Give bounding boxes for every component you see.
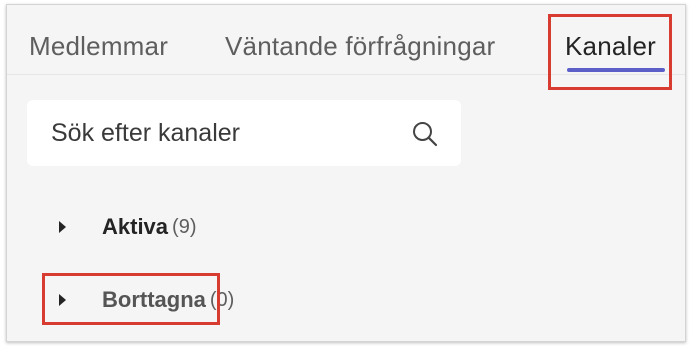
caret-right-icon[interactable] [59, 221, 66, 233]
group-deleted-channels[interactable]: Borttagna (0) [51, 283, 234, 317]
tab-members[interactable]: Medlemmar [29, 31, 168, 62]
group-label: Aktiva [102, 214, 169, 239]
group-count: (0) [209, 288, 235, 311]
search-icon[interactable] [411, 120, 439, 148]
group-label: Borttagna [102, 287, 206, 312]
search-box[interactable] [27, 100, 461, 166]
search-input[interactable] [51, 114, 391, 152]
group-count: (9) [172, 215, 197, 238]
active-tab-indicator [567, 68, 665, 72]
tab-pending-requests[interactable]: Väntande förfrågningar [225, 31, 495, 62]
tab-channels[interactable]: Kanaler [565, 31, 656, 62]
group-active-channels[interactable]: Aktiva (9) [51, 210, 197, 244]
channel-management-panel: Medlemmar Väntande förfrågningar Kanaler… [6, 4, 686, 342]
tabs-divider [7, 74, 685, 75]
caret-right-icon[interactable] [59, 294, 66, 306]
